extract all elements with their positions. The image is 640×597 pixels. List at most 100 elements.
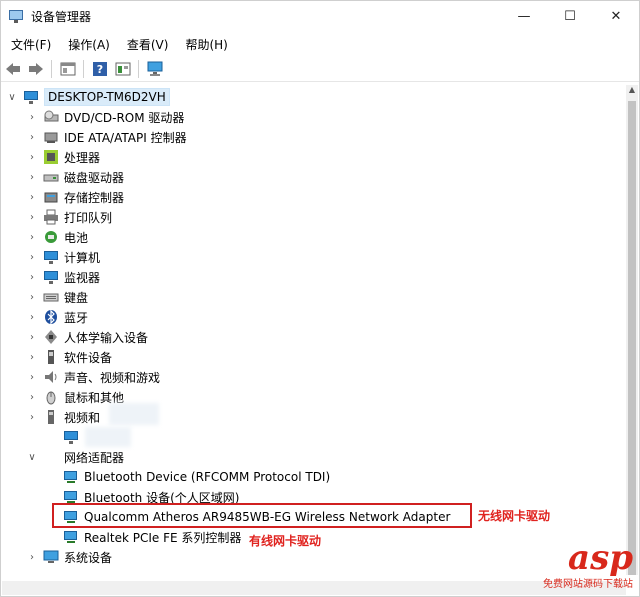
chevron-right-icon[interactable]: › <box>26 351 38 363</box>
vertical-scrollbar[interactable]: ▲ <box>626 85 638 575</box>
chevron-right-icon[interactable]: › <box>26 371 38 383</box>
tree-item-computer[interactable]: › 计算机 <box>26 247 100 267</box>
chevron-right-icon[interactable]: › <box>26 111 38 123</box>
chevron-right-icon[interactable]: › <box>26 551 38 563</box>
chevron-right-icon[interactable]: › <box>26 251 38 263</box>
maximize-button[interactable]: ☐ <box>547 1 593 31</box>
title-bar: 设备管理器 — ☐ ✕ <box>1 1 639 31</box>
chevron-right-icon[interactable]: › <box>26 151 38 163</box>
tree-item-hid[interactable]: › 人体学输入设备 <box>26 327 148 347</box>
network-adapter-wired[interactable]: Realtek PCIe FE 系列控制器 <box>46 527 241 547</box>
obscured-region <box>85 427 131 447</box>
tree-item-storage[interactable]: › 存储控制器 <box>26 187 124 207</box>
tree-item-system[interactable]: › 系统设备 <box>26 547 112 567</box>
chevron-right-icon[interactable]: › <box>26 211 38 223</box>
computer-icon <box>23 89 39 105</box>
scroll-up-icon[interactable]: ▲ <box>626 85 638 99</box>
chevron-down-icon[interactable]: ∨ <box>26 451 38 463</box>
keyboard-icon <box>43 289 59 305</box>
forward-icon[interactable] <box>25 58 47 80</box>
tree-item-label: 网络适配器 <box>64 450 125 465</box>
tree-item-sound[interactable]: › 声音、视频和游戏 <box>26 367 160 387</box>
tree-item-printer[interactable]: › 打印队列 <box>26 207 112 227</box>
menu-action[interactable]: 操作(A) <box>61 36 117 53</box>
monitor-icon <box>63 429 79 445</box>
storage-controller-icon <box>43 189 59 205</box>
device-manager-icon <box>9 8 25 24</box>
tree-item-bluetooth[interactable]: › 蓝牙 <box>26 307 88 327</box>
wired-annotation: 有线网卡驱动 <box>249 534 322 548</box>
svg-text:?: ? <box>97 63 103 76</box>
chevron-right-icon[interactable]: › <box>26 171 38 183</box>
back-icon[interactable] <box>2 58 24 80</box>
tree-item-label: 键盘 <box>64 290 89 305</box>
video-icon <box>43 409 59 425</box>
menu-view[interactable]: 查看(V) <box>120 36 176 53</box>
obscured-region <box>109 403 159 425</box>
help-icon[interactable]: ? <box>89 58 111 80</box>
chevron-right-icon[interactable]: › <box>26 391 38 403</box>
minimize-button[interactable]: — <box>501 1 547 31</box>
properties-icon[interactable] <box>57 58 79 80</box>
tree-item-disk[interactable]: › 磁盘驱动器 <box>26 167 124 187</box>
tree-item-network[interactable]: ∨ 网络适配器 <box>26 447 124 467</box>
network-adapter-icon <box>63 529 79 545</box>
watermark: asp 免费网站源码下载站 <box>543 541 633 590</box>
root-label: DESKTOP-TM6D2VH <box>44 88 170 106</box>
wireless-adapter-highlight <box>52 503 472 528</box>
tree-root[interactable]: ∨ DESKTOP-TM6D2VH <box>6 87 170 107</box>
software-device-icon <box>43 349 59 365</box>
tree-item-label: IDE ATA/ATAPI 控制器 <box>64 130 187 145</box>
tree-item-label: 人体学输入设备 <box>64 330 149 345</box>
chevron-right-icon[interactable]: › <box>26 311 38 323</box>
tree-item-video[interactable]: › 视频和 <box>26 407 100 427</box>
wireless-annotation: 无线网卡驱动 <box>478 509 551 523</box>
system-device-icon <box>43 549 59 565</box>
watermark-site: 免费网站源码下载站 <box>543 579 633 590</box>
tree-item-keyboard[interactable]: › 键盘 <box>26 287 88 307</box>
bluetooth-icon <box>43 309 59 325</box>
battery-icon <box>43 229 59 245</box>
monitor-icon <box>43 269 59 285</box>
scan-hardware-icon[interactable] <box>144 58 166 80</box>
scrollbar-thumb[interactable] <box>628 101 636 575</box>
tree-item-label: 声音、视频和游戏 <box>64 370 161 385</box>
watermark-brand: asp <box>568 538 633 578</box>
chevron-right-icon[interactable]: › <box>26 411 38 423</box>
tree-item-ide[interactable]: › IDE ATA/ATAPI 控制器 <box>26 127 187 147</box>
toolbar: ? <box>1 56 639 82</box>
chevron-right-icon[interactable]: › <box>26 291 38 303</box>
tree-item-battery[interactable]: › 电池 <box>26 227 88 247</box>
chevron-right-icon[interactable]: › <box>26 191 38 203</box>
tree-item-label: 磁盘驱动器 <box>64 170 125 185</box>
disc-drive-icon <box>43 109 59 125</box>
chevron-down-icon[interactable]: ∨ <box>6 91 18 103</box>
tree-item-monitor[interactable]: › 监视器 <box>26 267 100 287</box>
menu-file[interactable]: 文件(F) <box>4 36 58 53</box>
window-title: 设备管理器 <box>31 9 92 24</box>
network-adapter-item[interactable]: Bluetooth Device (RFCOMM Protocol TDI) <box>46 467 330 487</box>
tree-item-dvd[interactable]: › DVD/CD-ROM 驱动器 <box>26 107 184 127</box>
tree-item-obscured[interactable] <box>46 427 84 447</box>
tree-item-label: 视频和 <box>64 410 101 425</box>
processor-icon <box>43 149 59 165</box>
tree-item-label: 处理器 <box>64 150 101 165</box>
chevron-right-icon[interactable]: › <box>26 231 38 243</box>
tree-item-software[interactable]: › 软件设备 <box>26 347 112 367</box>
network-adapter-icon <box>63 469 79 485</box>
tree-item-label: 存储控制器 <box>64 190 125 205</box>
tree-item-label: 电池 <box>64 230 89 245</box>
horizontal-scrollbar[interactable] <box>2 581 626 595</box>
view-icon[interactable] <box>112 58 134 80</box>
mouse-icon <box>43 389 59 405</box>
tree-item-processor[interactable]: › 处理器 <box>26 147 100 167</box>
chevron-right-icon[interactable]: › <box>26 271 38 283</box>
printer-icon <box>43 209 59 225</box>
chevron-right-icon[interactable]: › <box>26 331 38 343</box>
tree-item-label: DVD/CD-ROM 驱动器 <box>64 110 185 125</box>
ide-controller-icon <box>43 129 59 145</box>
menu-help[interactable]: 帮助(H) <box>178 36 234 53</box>
chevron-right-icon[interactable]: › <box>26 131 38 143</box>
close-button[interactable]: ✕ <box>593 1 639 31</box>
tree-item-label: 监视器 <box>64 270 101 285</box>
